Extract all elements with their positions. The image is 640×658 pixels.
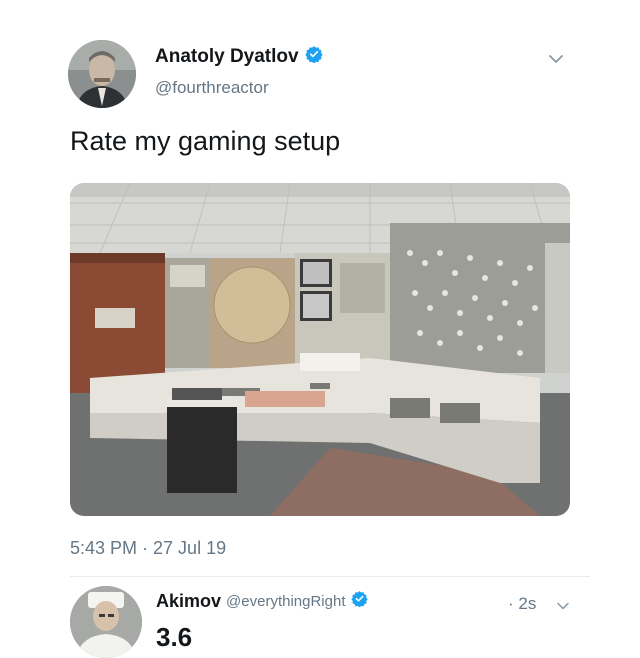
divider (70, 576, 590, 577)
author-display-name[interactable]: Anatoly Dyatlov (155, 46, 299, 68)
tweet-photo[interactable] (70, 183, 570, 516)
reply-text: 3.6 (156, 622, 193, 652)
author-avatar[interactable] (68, 40, 136, 108)
tweet-text: Rate my gaming setup (70, 126, 341, 156)
author-handle[interactable]: @fourthreactor (155, 78, 269, 98)
reply-time[interactable]: · 2s (508, 594, 536, 614)
chevron-down-icon[interactable] (556, 598, 570, 616)
tweet-card: Anatoly Dyatlov @fourthreactor Rate my g… (0, 0, 640, 658)
tweet-timestamp[interactable]: 5:43 PM · 27 Jul 19 (70, 538, 226, 559)
reply-handle[interactable]: @everythingRight (226, 593, 345, 610)
chevron-down-icon[interactable] (548, 52, 564, 70)
reply-display-name[interactable]: Akimov (156, 591, 221, 612)
author-name-row: Anatoly Dyatlov (155, 45, 323, 68)
verified-badge-icon (351, 590, 369, 612)
verified-badge-icon (304, 45, 323, 68)
reply-author-avatar[interactable] (70, 586, 142, 658)
reply-name-row: Akimov @everythingRight (156, 590, 369, 612)
